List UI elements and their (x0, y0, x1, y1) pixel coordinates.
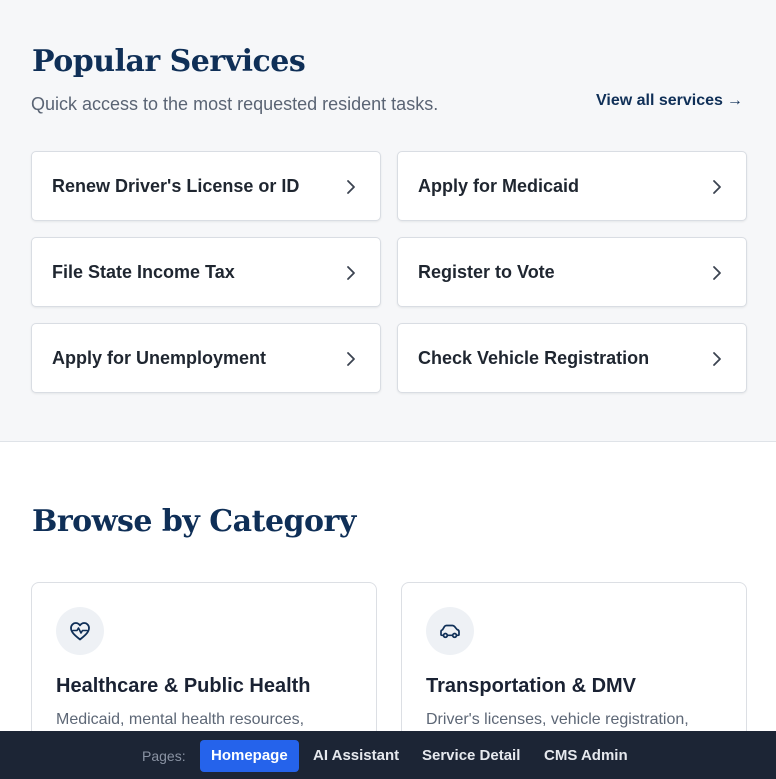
category-card-title: Transportation & DMV (426, 675, 637, 697)
browse-category-title: Browse by Category (32, 504, 356, 539)
page-link-service-detail[interactable]: Service Detail (411, 740, 531, 772)
popular-services-title: Popular Services (32, 44, 306, 79)
service-card-label: Apply for Unemployment (52, 348, 267, 368)
chevron-right-icon (347, 352, 355, 366)
page-link-homepage[interactable]: Homepage (200, 740, 299, 772)
service-card-apply-medicaid[interactable]: Apply for Medicaid (397, 151, 747, 221)
page-switcher-bar: Pages: Homepage AI Assistant Service Det… (0, 731, 776, 779)
service-card-file-income-tax[interactable]: File State Income Tax (31, 237, 381, 307)
service-card-renew-license[interactable]: Renew Driver's License or ID (31, 151, 381, 221)
service-card-register-vote[interactable]: Register to Vote (397, 237, 747, 307)
chevron-right-icon (347, 180, 355, 194)
service-card-label: File State Income Tax (52, 262, 235, 282)
service-card-label: Renew Driver's License or ID (52, 176, 300, 196)
car-icon (426, 607, 474, 655)
service-card-label: Apply for Medicaid (418, 176, 580, 196)
chevron-right-icon (713, 352, 721, 366)
category-card-title: Healthcare & Public Health (56, 675, 311, 697)
chevron-right-icon (713, 180, 721, 194)
chevron-right-icon (347, 266, 355, 280)
view-all-services-link[interactable]: View all services → (596, 92, 743, 110)
page-link-ai-assistant[interactable]: AI Assistant (302, 740, 410, 772)
page-link-cms-admin[interactable]: CMS Admin (533, 740, 639, 772)
service-card-check-vehicle-registration[interactable]: Check Vehicle Registration (397, 323, 747, 393)
category-card-description: Driver's licenses, vehicle registration, (426, 711, 689, 728)
chevron-right-icon (713, 266, 721, 280)
arrow-right-icon: → (726, 92, 743, 109)
category-card-description: Medicaid, mental health resources, (56, 711, 305, 728)
view-all-label: View all services (596, 92, 723, 109)
service-card-label: Register to Vote (418, 262, 555, 282)
popular-services-section: Popular Services Quick access to the mos… (0, 0, 776, 442)
heart-pulse-icon (56, 607, 104, 655)
category-card-healthcare[interactable]: Healthcare & Public Health Medicaid, men… (31, 582, 377, 752)
service-card-label: Check Vehicle Registration (418, 348, 650, 368)
category-card-transportation[interactable]: Transportation & DMV Driver's licenses, … (401, 582, 747, 752)
service-card-apply-unemployment[interactable]: Apply for Unemployment (31, 323, 381, 393)
popular-services-subtitle: Quick access to the most requested resid… (31, 94, 439, 114)
pages-label: Pages: (142, 748, 186, 764)
